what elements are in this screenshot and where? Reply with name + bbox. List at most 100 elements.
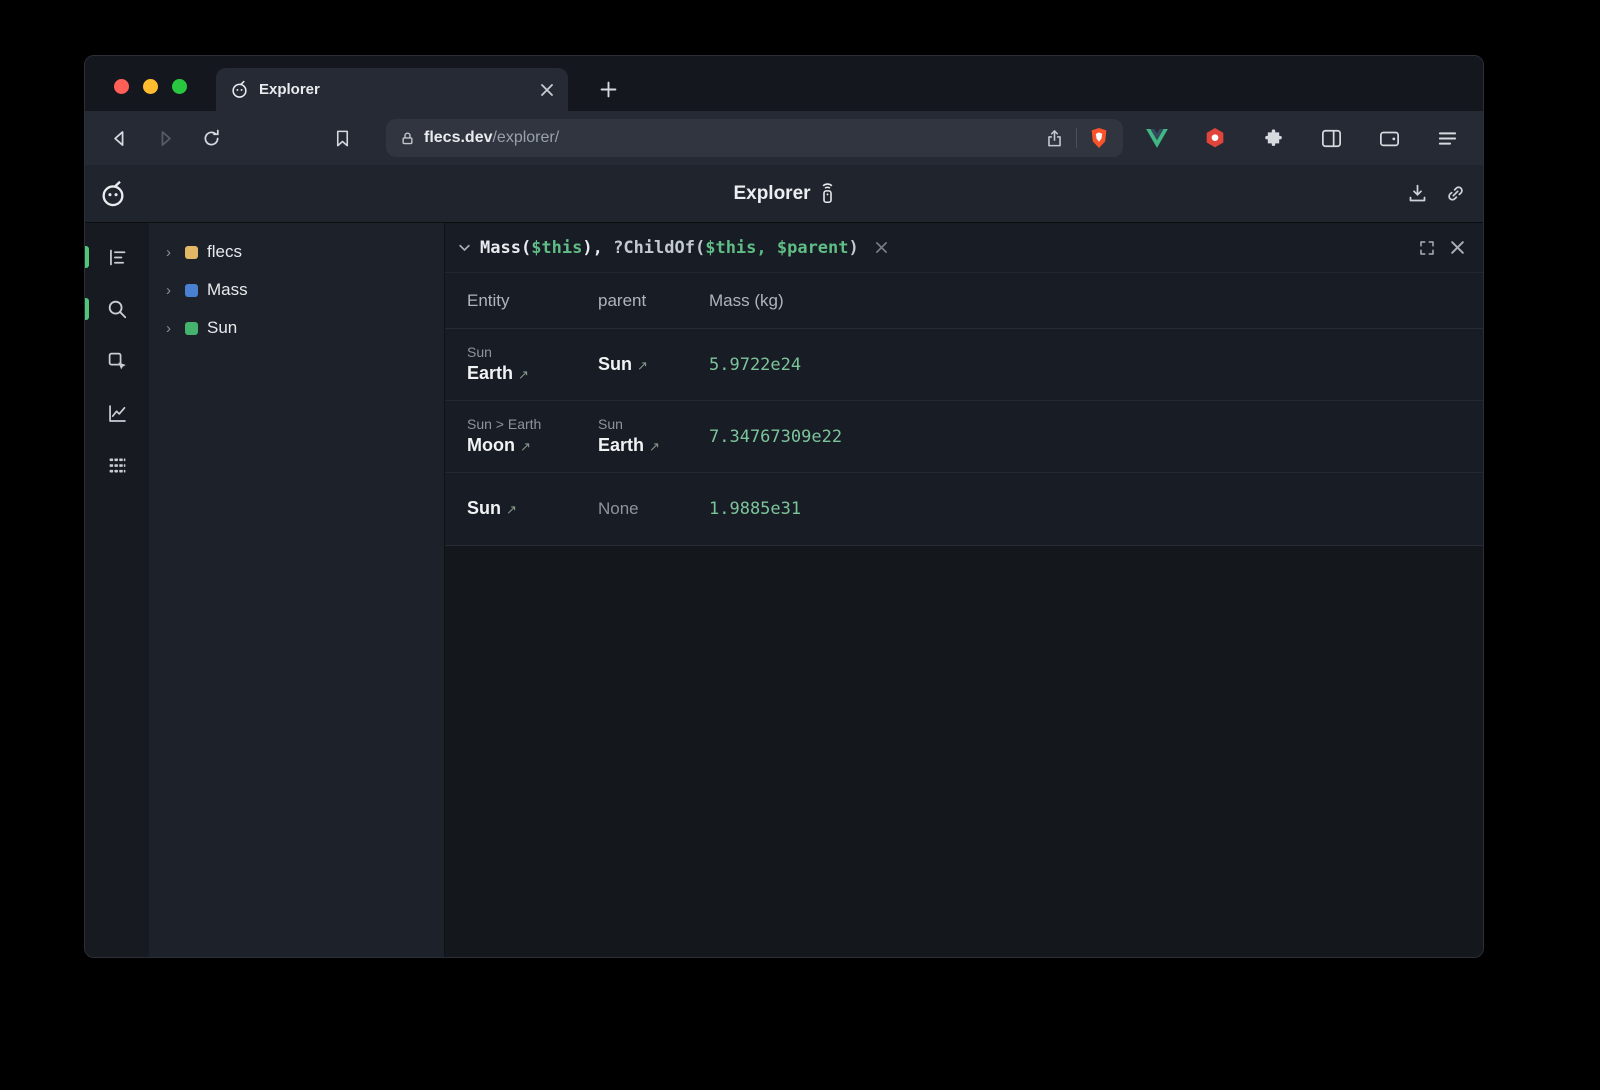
- rail-query-button[interactable]: [97, 289, 137, 329]
- url-text: flecs.dev/explorer/: [424, 129, 559, 147]
- mass-cell: 5.9722e24: [709, 355, 1483, 375]
- entity-link[interactable]: Sun: [467, 498, 501, 520]
- rail-inspect-button[interactable]: [97, 341, 137, 381]
- extensions-puzzle-icon[interactable]: [1253, 120, 1293, 156]
- app-main: flecs Mass Sun: [85, 223, 1483, 957]
- app-header-actions: [1401, 178, 1471, 210]
- table-row: Sun > Earth Moon Sun Earth 7.34767309e22: [445, 401, 1483, 473]
- table-row: Sun None 1.9885e31: [445, 473, 1483, 545]
- expander-chevron-icon[interactable]: [166, 283, 176, 298]
- close-query-icon[interactable]: [1450, 240, 1465, 255]
- entity-color-swatch: [185, 322, 198, 335]
- download-icon[interactable]: [1401, 178, 1433, 210]
- app-title: Explorer: [733, 183, 810, 205]
- mass-value: 5.9722e24: [709, 355, 1475, 375]
- menu-icon[interactable]: [1427, 120, 1467, 156]
- query-term-close: ): [849, 238, 859, 258]
- entity-cell: Sun Earth: [467, 344, 598, 385]
- rail-stats-button[interactable]: [97, 393, 137, 433]
- table-row: Sun Earth Sun 5.9722e24: [445, 329, 1483, 401]
- forward-button[interactable]: [147, 120, 183, 156]
- entity-link[interactable]: Earth: [467, 363, 513, 385]
- open-entity-icon[interactable]: [520, 439, 531, 455]
- column-header-entity: Entity: [467, 291, 598, 311]
- entity-name-line: Earth: [598, 435, 701, 457]
- column-header-mass: Mass (kg): [709, 291, 1483, 311]
- entity-cell: Sun: [467, 498, 598, 520]
- entity-name-line: Earth: [467, 363, 590, 385]
- expander-chevron-icon[interactable]: [166, 245, 176, 260]
- query-term-close: ),: [582, 238, 613, 258]
- app-title-group: Explorer: [85, 183, 1483, 205]
- url-bar-separator: [1076, 128, 1077, 148]
- query-term-optional-component: ?ChildOf(: [613, 238, 705, 258]
- clear-query-icon[interactable]: [875, 241, 888, 254]
- query-term-variables: $this, $parent: [705, 238, 848, 258]
- query-panel-empty-area: [445, 546, 1483, 957]
- bookmark-icon[interactable]: [324, 120, 360, 156]
- tree-item-label: flecs: [207, 242, 242, 262]
- mass-cell: 1.9885e31: [709, 499, 1483, 519]
- query-expression[interactable]: Mass($this), ?ChildOf($this, $parent): [480, 238, 859, 258]
- entity-parent-path: Sun: [598, 416, 701, 432]
- entity-link[interactable]: Moon: [467, 435, 515, 457]
- component-color-swatch: [185, 284, 198, 297]
- reload-button[interactable]: [193, 120, 229, 156]
- entity-tree-panel: flecs Mass Sun: [149, 223, 445, 957]
- app-header: Explorer: [85, 165, 1483, 223]
- rail-memory-button[interactable]: [97, 445, 137, 485]
- zoom-window-button[interactable]: [172, 79, 187, 94]
- column-header-parent: parent: [598, 291, 709, 311]
- active-indicator: [85, 298, 89, 320]
- close-window-button[interactable]: [114, 79, 129, 94]
- share-icon[interactable]: [1045, 129, 1064, 148]
- toolbar-extensions: [1137, 120, 1467, 156]
- open-entity-icon[interactable]: [637, 358, 648, 374]
- entity-link[interactable]: Sun: [598, 354, 632, 376]
- remote-connection-icon: [820, 183, 835, 204]
- flecs-logo[interactable]: [99, 180, 127, 208]
- query-result-card: Mass($this), ?ChildOf($this, $parent): [445, 223, 1483, 546]
- open-entity-icon[interactable]: [518, 367, 529, 383]
- window-controls: [114, 79, 187, 94]
- vue-devtools-icon[interactable]: [1137, 120, 1177, 156]
- tree-item-sun[interactable]: Sun: [149, 309, 444, 347]
- open-entity-icon[interactable]: [649, 439, 660, 455]
- tree-item-flecs[interactable]: flecs: [149, 233, 444, 271]
- minimize-window-button[interactable]: [143, 79, 158, 94]
- entity-name-line: Sun: [598, 354, 701, 376]
- entity-name-line: Sun: [467, 498, 590, 520]
- new-tab-button[interactable]: [592, 73, 624, 105]
- parent-cell: Sun Earth: [598, 416, 709, 457]
- query-header: Mass($this), ?ChildOf($this, $parent): [445, 223, 1483, 273]
- tab-title: Explorer: [259, 81, 530, 98]
- tree-item-label: Mass: [207, 280, 248, 300]
- url-path: /explorer/: [492, 129, 559, 146]
- browser-tab-explorer[interactable]: Explorer: [216, 68, 568, 111]
- entity-name-line: Moon: [467, 435, 590, 457]
- share-link-icon[interactable]: [1439, 178, 1471, 210]
- url-bar[interactable]: flecs.dev/explorer/: [386, 119, 1123, 157]
- query-term-component: Mass(: [480, 238, 531, 258]
- entity-link[interactable]: Earth: [598, 435, 644, 457]
- expand-fullscreen-icon[interactable]: [1418, 239, 1436, 257]
- sidebar-toggle-icon[interactable]: [1311, 120, 1351, 156]
- tree-item-mass[interactable]: Mass: [149, 271, 444, 309]
- lock-icon: [400, 131, 415, 146]
- back-button[interactable]: [101, 120, 137, 156]
- browser-window: Explorer: [84, 55, 1484, 958]
- rail-tree-button[interactable]: [97, 237, 137, 277]
- parent-none-value: None: [598, 499, 701, 519]
- collapse-chevron-icon[interactable]: [457, 240, 472, 255]
- mass-value: 7.34767309e22: [709, 427, 1475, 447]
- tab-close-icon[interactable]: [540, 83, 554, 97]
- url-domain: flecs.dev: [424, 129, 492, 146]
- wallet-icon[interactable]: [1369, 120, 1409, 156]
- open-entity-icon[interactable]: [506, 502, 517, 518]
- brave-shields-icon[interactable]: [1089, 127, 1109, 149]
- hexagon-extension-icon[interactable]: [1195, 120, 1235, 156]
- mass-value: 1.9885e31: [709, 499, 1475, 519]
- result-table-header: Entity parent Mass (kg): [445, 273, 1483, 329]
- expander-chevron-icon[interactable]: [166, 321, 176, 336]
- query-header-actions: [1418, 239, 1465, 257]
